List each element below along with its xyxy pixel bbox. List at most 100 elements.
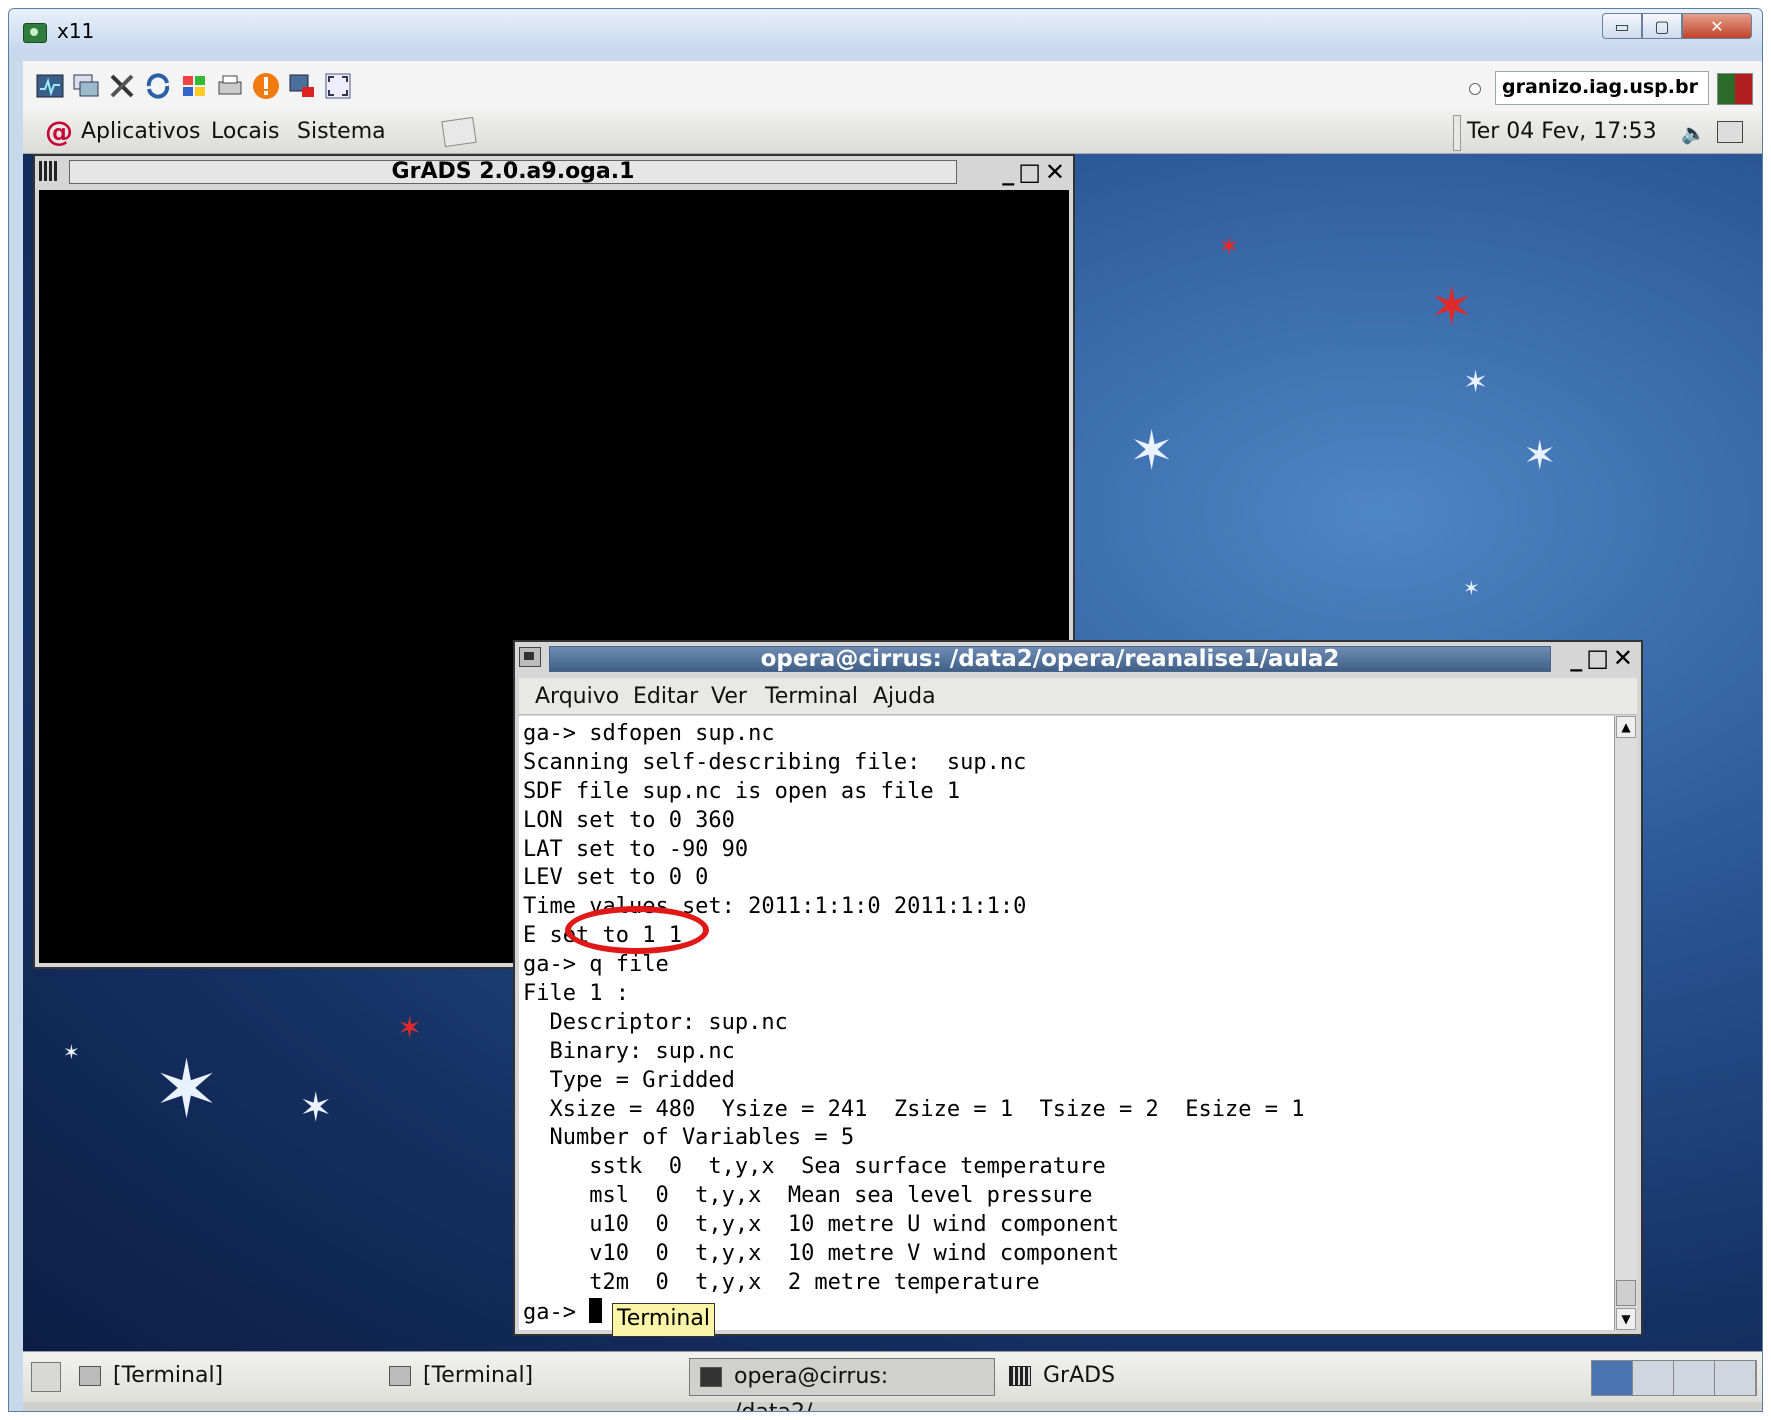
- x11-window-controls: ▭ ▢ ✕: [1602, 13, 1752, 39]
- terminal-line: LAT set to -90 90: [523, 836, 749, 862]
- terminal-icon: [79, 1366, 101, 1386]
- star-decoration: ✶: [299, 1085, 333, 1131]
- star-decoration: ✶: [63, 1040, 80, 1064]
- taskbar-item-opera-terminal[interactable]: opera@cirrus: /data2/...: [689, 1358, 995, 1411]
- terminal-line: LEV set to 0 0: [523, 865, 709, 891]
- scrollbar-thumb[interactable]: [1616, 1280, 1636, 1306]
- terminal-line: u10 0 t,y,x 10 metre U wind component: [523, 1212, 1120, 1238]
- close-button[interactable]: ✕: [1682, 13, 1752, 39]
- tools-icon[interactable]: [107, 71, 137, 101]
- terminal-line: t2m 0 t,y,x 2 metre temperature: [523, 1269, 1040, 1295]
- x11-toolbar: granizo.iag.usp.br: [23, 61, 1762, 112]
- menu-sistema[interactable]: Sistema: [297, 119, 386, 144]
- terminal-line: sstk 0 t,y,x Sea surface temperature: [523, 1154, 1106, 1180]
- panel-handle[interactable]: [1453, 115, 1461, 151]
- menu-locais[interactable]: Locais: [211, 119, 279, 144]
- star-decoration: ✶: [1129, 419, 1175, 482]
- host-field[interactable]: granizo.iag.usp.br: [1495, 71, 1709, 105]
- terminal-line: SDF file sup.nc is open as file 1: [523, 778, 961, 804]
- mail-icon[interactable]: [441, 116, 477, 148]
- taskbar-item-grads[interactable]: GrADS: [999, 1358, 1299, 1396]
- minimize-button[interactable]: ▭: [1602, 13, 1642, 39]
- menu-arquivo[interactable]: Arquivo: [535, 684, 619, 709]
- menu-ver[interactable]: Ver: [711, 684, 747, 709]
- x11-window-title: x11: [57, 19, 95, 43]
- terminal-window-title: opera@cirrus: /data2/opera/reanalise1/au…: [549, 646, 1551, 672]
- host-radio[interactable]: [1469, 83, 1481, 95]
- print-icon[interactable]: [215, 71, 245, 101]
- terminal-cursor: [589, 1297, 603, 1323]
- taskbar-item-label: opera@cirrus: /data2/...: [734, 1364, 889, 1411]
- star-decoration: ✶: [397, 1011, 423, 1046]
- disconnect-icon[interactable]: [287, 71, 317, 101]
- x11-app-icon: [23, 23, 47, 43]
- windows-logo-icon[interactable]: [179, 71, 209, 101]
- menu-aplicativos[interactable]: Aplicativos: [81, 119, 201, 144]
- panel-clock[interactable]: Ter 04 Fev, 17:53: [1467, 119, 1657, 144]
- bottom-taskbar: [Terminal] [Terminal] opera@cirrus: /dat…: [23, 1351, 1762, 1411]
- terminal-title-bar[interactable]: opera@cirrus: /data2/opera/reanalise1/au…: [515, 642, 1641, 674]
- taskbar-item-label: GrADS: [1043, 1363, 1116, 1388]
- taskbar-tooltip: Terminal: [612, 1303, 715, 1337]
- x11-title-bar[interactable]: x11 ▭ ▢ ✕: [9, 9, 1762, 53]
- show-desktop-icon[interactable]: [31, 1362, 61, 1392]
- terminal-line: Binary: sup.nc: [523, 1038, 735, 1064]
- refresh-icon[interactable]: [143, 71, 173, 101]
- x11-display: granizo.iag.usp.br @ Aplicativos Locais …: [23, 61, 1762, 1411]
- network-icon[interactable]: [1717, 121, 1743, 143]
- menu-editar[interactable]: Editar: [633, 684, 698, 709]
- windows-icon[interactable]: [71, 71, 101, 101]
- terminal-line: Xsize = 480 Ysize = 241 Zsize = 1 Tsize …: [523, 1096, 1305, 1122]
- language-flag-icon[interactable]: [1717, 73, 1753, 105]
- terminal-line: Type = Gridded: [523, 1067, 735, 1093]
- terminal-icon: [389, 1366, 411, 1386]
- debian-logo-icon[interactable]: @: [45, 117, 73, 147]
- grads-icon: [1009, 1366, 1031, 1386]
- terminal-line: E set to 1 1: [523, 923, 682, 949]
- scroll-up-arrow-icon[interactable]: ▲: [1616, 716, 1636, 738]
- alert-icon[interactable]: [251, 71, 281, 101]
- x11-window: x11 ▭ ▢ ✕ granizo.iag.usp.br @ Aplicativ…: [8, 8, 1763, 1412]
- window-menu-icon[interactable]: [39, 161, 59, 181]
- terminal-line: Time values set: 2011:1:1:0 2011:1:1:0: [523, 894, 1027, 920]
- terminal-line: Number of Variables = 5: [523, 1125, 855, 1151]
- terminal-icon: [700, 1367, 722, 1387]
- workspace-4[interactable]: [1715, 1361, 1756, 1395]
- menu-terminal[interactable]: Terminal: [765, 684, 858, 709]
- terminal-line: ga-> sdfopen sup.nc: [523, 721, 775, 746]
- desktop-background: ✶ ✶ ✶ ✶ ✶ ✶ ✶ ✶ ✶ ✶ GrADS 2.0.a9.oga.1 _…: [23, 154, 1762, 1351]
- workspace-switcher[interactable]: [1591, 1360, 1757, 1396]
- star-decoration: ✶: [1429, 275, 1475, 338]
- star-decoration: ✶: [1463, 576, 1480, 600]
- terminal-line: v10 0 t,y,x 10 metre V wind component: [523, 1241, 1120, 1267]
- menu-ajuda[interactable]: Ajuda: [873, 684, 936, 709]
- taskbar-item-label: [Terminal]: [113, 1363, 224, 1388]
- terminal-line: ga-> q file: [523, 952, 669, 978]
- grads-title-bar[interactable]: GrADS 2.0.a9.oga.1 _□✕: [35, 156, 1073, 188]
- terminal-scrollbar[interactable]: ▲ ▼: [1614, 716, 1637, 1330]
- terminal-icon[interactable]: [519, 647, 541, 667]
- taskbar-item-terminal-1[interactable]: [Terminal]: [69, 1358, 369, 1396]
- star-decoration: ✶: [153, 1043, 221, 1136]
- system-monitor-icon[interactable]: [35, 71, 65, 101]
- workspace-3[interactable]: [1674, 1361, 1715, 1395]
- terminal-line: LON set to 0 360: [523, 807, 735, 833]
- grads-window-title: GrADS 2.0.a9.oga.1: [69, 160, 957, 184]
- workspace-2[interactable]: [1633, 1361, 1674, 1395]
- grads-window-controls[interactable]: _□✕: [1002, 158, 1069, 186]
- terminal-output[interactable]: ga-> sdfopen sup.nc Scanning self-descri…: [519, 716, 1615, 1330]
- terminal-line: Scanning self-describing file: sup.nc: [523, 749, 1027, 775]
- terminal-prompt: ga->: [523, 1299, 590, 1325]
- gnome-panel: @ Aplicativos Locais Sistema Ter 04 Fev,…: [23, 111, 1762, 154]
- fullscreen-icon[interactable]: [323, 71, 353, 101]
- volume-icon[interactable]: 🔈: [1681, 121, 1706, 145]
- terminal-line: msl 0 t,y,x Mean sea level pressure: [523, 1183, 1093, 1209]
- star-decoration: ✶: [1523, 433, 1557, 479]
- scroll-down-arrow-icon[interactable]: ▼: [1616, 1308, 1636, 1330]
- workspace-1[interactable]: [1592, 1361, 1633, 1395]
- terminal-line: File 1 :: [523, 981, 629, 1007]
- maximize-button[interactable]: ▢: [1642, 13, 1682, 39]
- taskbar-item-terminal-2[interactable]: [Terminal]: [379, 1358, 679, 1396]
- terminal-window: opera@cirrus: /data2/opera/reanalise1/au…: [513, 640, 1643, 1336]
- terminal-window-controls[interactable]: _□✕: [1570, 644, 1637, 672]
